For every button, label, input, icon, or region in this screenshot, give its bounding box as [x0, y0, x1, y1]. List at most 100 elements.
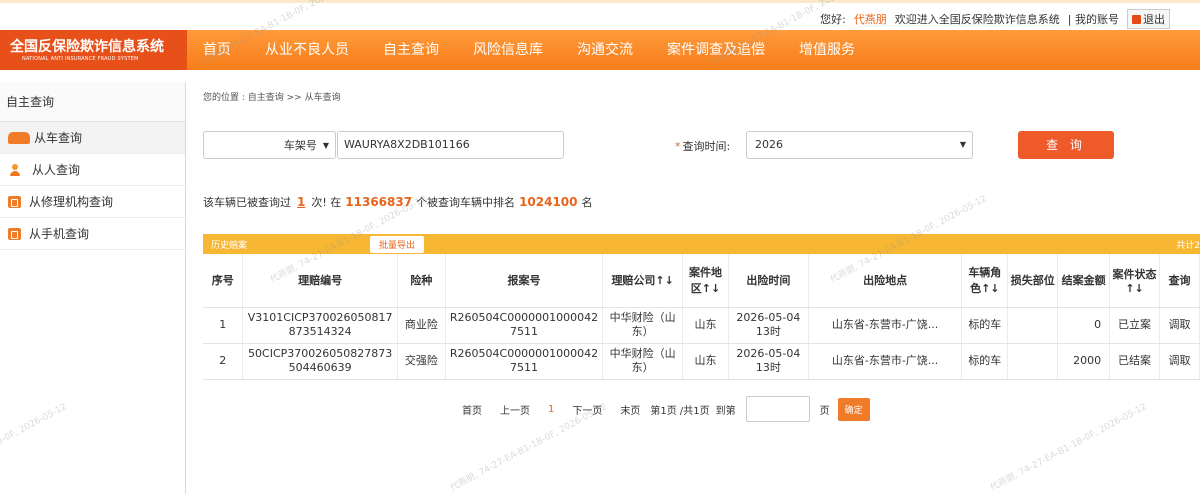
system-logo[interactable]: 全国反保险欺诈信息系统 NATIONAL ANTI INSURANCE FRAU…: [0, 30, 187, 70]
breadcrumb: 您的位置 : 自主查询 >> 从车查询: [203, 90, 341, 103]
query-time-label: * 查询时间:: [675, 138, 730, 154]
logout-button[interactable]: 退出: [1127, 9, 1170, 29]
sidebar-item-person-query[interactable]: 从人查询: [0, 154, 185, 186]
greeting-text: 您好:: [820, 13, 846, 26]
chevron-down-icon: ▼: [959, 140, 966, 149]
retrieve-link[interactable]: 调取: [1159, 343, 1200, 380]
cell-claim-no: 50CICP370026050827873504460639: [242, 343, 398, 380]
sidebar-item-label: 从车查询: [34, 131, 83, 145]
query-time-label-text: 查询时间:: [682, 140, 731, 153]
sidebar-item-phone-query[interactable]: 从手机查询: [0, 218, 185, 250]
query-time-value: 2026: [755, 138, 783, 151]
cell-case-status: 已结案: [1109, 343, 1160, 380]
logo-en: NATIONAL ANTI INSURANCE FRAUD SYSTEM: [22, 56, 139, 62]
cell-accident-location: 山东省-东营市-广饶...: [808, 343, 963, 380]
breadcrumb-level1[interactable]: 自主查询: [248, 93, 284, 103]
query-count-link[interactable]: 1: [297, 195, 305, 209]
username-link[interactable]: 代燕朋: [854, 11, 887, 27]
repair-shop-icon: [8, 195, 21, 208]
page-number-input[interactable]: [745, 396, 810, 422]
welcome-text: 欢迎进入全国反保险欺诈信息系统: [894, 13, 1060, 26]
nav-item-case-investigation[interactable]: 案件调查及追偿: [667, 30, 765, 70]
col-header-settlement-amount: 结案金额: [1057, 254, 1111, 308]
total-vehicles: 11366837: [345, 195, 413, 209]
cell-claim-no: V3101CICP370026050817873514324: [242, 307, 398, 344]
nav-item-value-added[interactable]: 增值服务: [799, 30, 855, 70]
rank-value: 1024100: [519, 195, 578, 209]
col-header-index: 序号: [203, 254, 244, 308]
cell-settlement-amount: 2000: [1057, 343, 1111, 380]
cell-index: 2: [203, 343, 244, 380]
query-stats: 该车辆已被查询过 1 次! 在 11366837 个被查询车辆中排名 1024100 名: [203, 194, 593, 210]
cell-company: 中华财险（山东）: [602, 343, 684, 380]
pager-goto-label: 到第: [715, 405, 736, 417]
header-links: 您好: 代燕朋 欢迎进入全国反保险欺诈信息系统 | 我的账号 退出: [812, 9, 1170, 29]
cell-report-no: R260504C00000010000427511: [445, 343, 604, 380]
chevron-down-icon: ▼: [322, 140, 329, 150]
search-button[interactable]: 查 询: [1018, 131, 1114, 159]
query-type-value: 车架号: [283, 139, 317, 152]
pager-last[interactable]: 末页: [620, 402, 640, 417]
pagination: 首页 上一页 1 下一页 末页 第1页 /共1页 到第 页 确定: [462, 396, 888, 422]
top-header-bar: 您好: 代燕朋 欢迎进入全国反保险欺诈信息系统 | 我的账号 退出: [0, 0, 1200, 30]
pager-first[interactable]: 首页: [462, 402, 482, 417]
my-account-link[interactable]: | 我的账号: [1068, 11, 1119, 27]
cell-accident-time: 2026-05-04 13时: [728, 307, 809, 344]
vin-input[interactable]: WAURYA8X2DB101166: [337, 131, 564, 159]
col-header-accident-time: 出险时间: [728, 254, 809, 308]
col-header-claim-no: 理赔编号: [242, 254, 398, 308]
car-icon: [8, 131, 30, 144]
sidebar-item-label: 从修理机构查询: [29, 195, 114, 209]
col-header-region[interactable]: 案件地区↑↓: [682, 254, 729, 308]
cell-insurance-type: 交强险: [397, 343, 446, 380]
breadcrumb-sep: >>: [283, 93, 305, 103]
nav-menu: 首页 从业不良人员 自主查询 风险信息库 沟通交流 案件调查及追偿 增值服务: [187, 30, 855, 70]
sidebar-item-vehicle-query[interactable]: 从车查询: [0, 122, 185, 154]
col-header-vehicle-role[interactable]: 车辆角色↑↓: [961, 254, 1009, 308]
nav-item-home[interactable]: 首页: [203, 30, 231, 70]
nav-item-communication[interactable]: 沟通交流: [577, 30, 633, 70]
main-navbar: 全国反保险欺诈信息系统 NATIONAL ANTI INSURANCE FRAU…: [0, 30, 1200, 70]
nav-item-self-query[interactable]: 自主查询: [383, 30, 439, 70]
logo-cn: 全国反保险欺诈信息系统: [10, 39, 164, 55]
pager-current[interactable]: 1: [548, 404, 554, 415]
stats-text3: 个被查询车辆中排名: [416, 196, 516, 209]
pager-next[interactable]: 下一页: [572, 402, 602, 417]
sidebar-item-repair-shop-query[interactable]: 从修理机构查询: [0, 186, 185, 218]
cell-region: 山东: [682, 343, 729, 380]
col-header-accident-location: 出险地点: [808, 254, 963, 308]
person-icon: [8, 163, 24, 176]
col-header-query: 查询: [1159, 254, 1200, 308]
cell-damage-part: [1007, 307, 1059, 344]
breadcrumb-level2: 从车查询: [304, 93, 341, 103]
cell-damage-part: [1007, 343, 1059, 380]
total-count: 共计2: [1176, 241, 1200, 251]
query-type-select[interactable]: 车架号 ▼: [203, 131, 336, 159]
nav-item-bad-practitioners[interactable]: 从业不良人员: [265, 30, 349, 70]
history-title: 历史赔案: [211, 241, 248, 251]
table-row: 2 50CICP370026050827873504460639 交强险 R26…: [203, 343, 1200, 380]
cell-case-status: 已立案: [1109, 307, 1160, 344]
cell-insurance-type: 商业险: [397, 307, 446, 344]
cell-accident-location: 山东省-东营市-广饶...: [808, 307, 963, 344]
nav-item-risk-database[interactable]: 风险信息库: [473, 30, 543, 70]
pager-confirm-button[interactable]: 确定: [837, 397, 870, 421]
sidebar: 自主查询 从车查询 从人查询 从修理机构查询 从手机查询: [0, 82, 186, 494]
cell-vehicle-role: 标的车: [961, 343, 1009, 380]
stats-text4: 名: [581, 196, 593, 209]
logout-label: 退出: [1143, 13, 1165, 26]
main-content: 您的位置 : 自主查询 >> 从车查询 车架号 ▼ WAURYA8X2DB101…: [187, 82, 1200, 494]
col-header-case-status[interactable]: 案件状态↑↓: [1109, 254, 1160, 308]
cell-report-no: R260504C00000010000427511: [445, 307, 604, 344]
query-time-select[interactable]: 2026 ▼: [746, 131, 973, 159]
history-claims-bar: 历史赔案 批量导出 共计2: [203, 234, 1200, 254]
cell-vehicle-role: 标的车: [961, 307, 1009, 344]
retrieve-link[interactable]: 调取: [1159, 307, 1200, 344]
pager-page-unit: 页: [819, 405, 830, 417]
col-header-company[interactable]: 理赔公司↑↓: [602, 254, 684, 308]
claims-table: 序号 理赔编号 险种 报案号 理赔公司↑↓ 案件地区↑↓ 出险时间 出险地点 车…: [203, 254, 1200, 380]
batch-export-button[interactable]: 批量导出: [370, 236, 425, 253]
pager-prev[interactable]: 上一页: [500, 402, 530, 417]
phone-icon: [8, 227, 21, 240]
table-row: 1 V3101CICP370026050817873514324 商业险 R26…: [203, 307, 1200, 344]
